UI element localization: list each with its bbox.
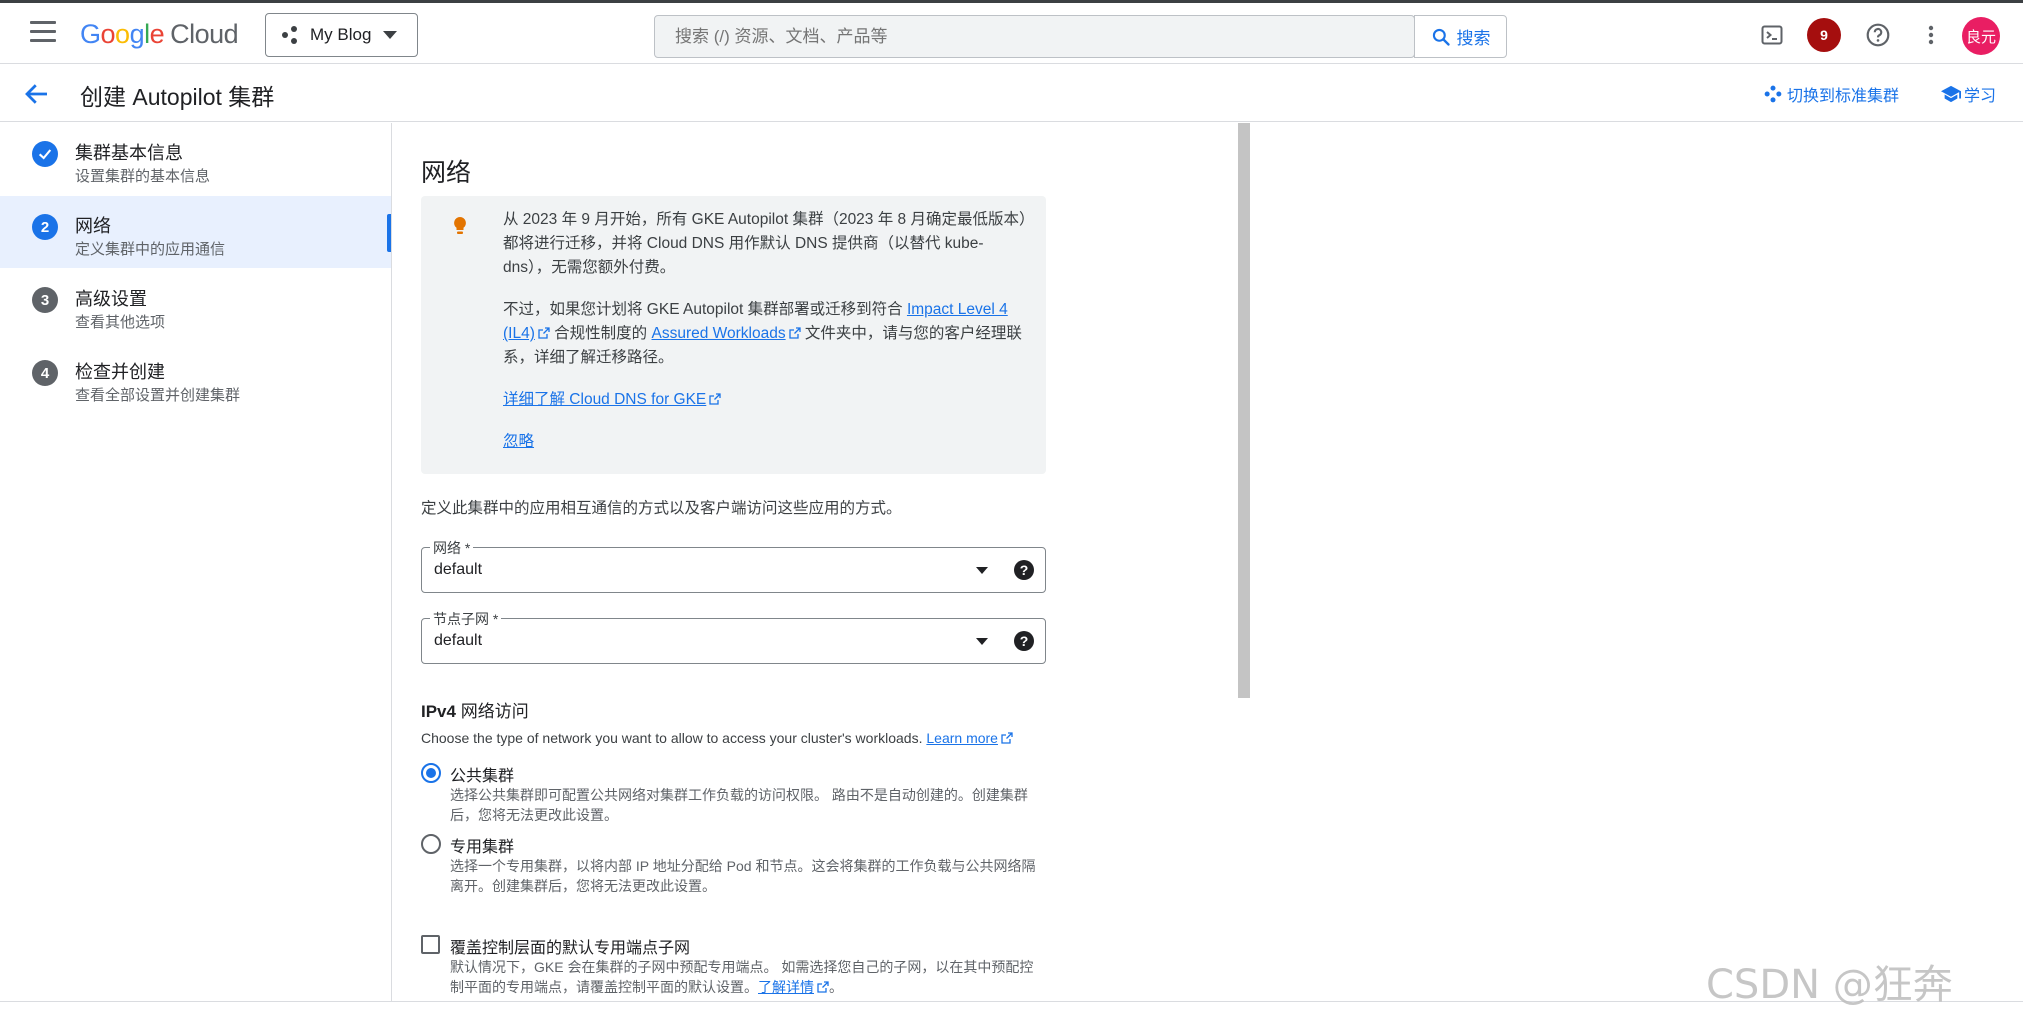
- dropdown-arrow-icon: [976, 638, 988, 645]
- create-cluster-stepper: 集群基本信息 设置集群的基本信息 2 网络 定义集群中的应用通信 3 高级设置 …: [0, 123, 392, 1001]
- watermark: CSDN @狂奔solar: [1706, 962, 1953, 1014]
- checkbox-label: 覆盖控制层面的默认专用端点子网: [450, 940, 691, 957]
- step-number: 3: [32, 287, 58, 313]
- external-link-icon: [538, 327, 550, 339]
- field-value: default: [434, 632, 483, 649]
- field-value: default: [434, 561, 483, 578]
- check-icon: [32, 141, 58, 167]
- cloud-shell-icon[interactable]: [1756, 19, 1788, 51]
- network-select[interactable]: 网络 * default ?: [421, 538, 1046, 593]
- step-title: 集群基本信息: [75, 143, 183, 163]
- subnet-select[interactable]: 节点子网 * default ?: [421, 609, 1046, 664]
- lightbulb-icon: [453, 216, 467, 241]
- step-number: 2: [32, 214, 58, 240]
- scrollbar[interactable]: [1238, 123, 1250, 698]
- school-icon: [1941, 85, 1961, 103]
- assured-workloads-link[interactable]: Assured Workloads: [652, 325, 786, 342]
- search-button[interactable]: 搜索: [1414, 15, 1507, 58]
- checkbox-description: 默认情况下，GKE 会在集群的子网中预配专用端点。 如需选择您自己的子网，以在其…: [450, 959, 1034, 995]
- back-arrow-icon[interactable]: [22, 79, 52, 109]
- search-input[interactable]: [655, 16, 1415, 57]
- project-icon: [282, 26, 300, 44]
- dropdown-arrow-icon: [976, 567, 988, 574]
- step-review-create[interactable]: 4 检查并创建 查看全部设置并创建集群: [0, 342, 391, 414]
- learn-details-link[interactable]: 了解详情: [758, 979, 814, 995]
- step-title: 高级设置: [75, 289, 147, 309]
- step-networking[interactable]: 2 网络 定义集群中的应用通信: [0, 196, 391, 268]
- field-label: 节点子网 *: [430, 609, 502, 629]
- switch-to-standard-button[interactable]: 切换到标准集群: [1763, 82, 1899, 106]
- networking-form: 网络 从 2023 年 9 月开始，所有 GKE Autopilot 集群（20…: [393, 123, 1238, 1001]
- ipv4-section-title: IPv4 网络访问: [421, 702, 529, 721]
- notifications-badge[interactable]: 9: [1807, 18, 1841, 52]
- help-icon[interactable]: [1862, 19, 1894, 51]
- top-app-bar: GoogleCloud My Blog 搜索 9 良元: [0, 0, 2023, 64]
- main-menu-icon[interactable]: [30, 21, 56, 43]
- step-number: 4: [32, 360, 58, 386]
- step-title: 网络: [75, 216, 111, 236]
- external-link-icon: [817, 981, 829, 993]
- step-subtitle: 查看全部设置并创建集群: [75, 387, 241, 404]
- step-cluster-basics[interactable]: 集群基本信息 设置集群的基本信息: [0, 123, 391, 195]
- search-box[interactable]: [654, 15, 1415, 58]
- ipv4-description: Choose the type of network you want to a…: [421, 730, 1013, 746]
- help-icon[interactable]: ?: [1014, 560, 1034, 580]
- page-header: 创建 Autopilot 集群 切换到标准集群 学习: [0, 64, 2023, 122]
- banner-paragraph: 从 2023 年 9 月开始，所有 GKE Autopilot 集群（2023 …: [503, 211, 1027, 276]
- public-cluster-radio[interactable]: [421, 763, 441, 783]
- banner-learn-more: 详细了解 Cloud DNS for GKE: [503, 388, 1028, 412]
- external-link-icon: [709, 393, 721, 405]
- step-title: 检查并创建: [75, 362, 165, 382]
- more-vert-icon[interactable]: [1915, 19, 1947, 51]
- private-cluster-radio[interactable]: [421, 834, 441, 854]
- step-subtitle: 查看其他选项: [75, 314, 166, 331]
- switch-icon: [1764, 85, 1782, 103]
- section-title: 网络: [421, 159, 472, 187]
- dns-migration-banner: 从 2023 年 9 月开始，所有 GKE Autopilot 集群（2023 …: [421, 196, 1046, 474]
- radio-description: 选择公共集群即可配置公共网络对集群工作负载的访问权限。 路由不是自动创建的。创建…: [450, 787, 1028, 823]
- override-endpoint-subnet-checkbox[interactable]: [421, 935, 440, 954]
- help-icon[interactable]: ?: [1014, 631, 1034, 651]
- networking-description: 定义此集群中的应用相互通信的方式以及客户端访问这些应用的方式。: [421, 500, 902, 517]
- project-picker[interactable]: My Blog: [265, 13, 418, 57]
- switch-label: 切换到标准集群: [1787, 88, 1900, 105]
- google-cloud-logo[interactable]: Google Cloud: [80, 19, 239, 50]
- account-avatar[interactable]: 良元: [1962, 17, 2000, 55]
- external-link-icon: [1001, 732, 1013, 744]
- field-label: 网络 *: [430, 538, 474, 558]
- learn-button[interactable]: 学习: [1940, 82, 1996, 106]
- banner-dismiss: 忽略: [503, 430, 1028, 454]
- search-button-label: 搜索: [1456, 29, 1491, 48]
- page-title: 创建 Autopilot 集群: [80, 84, 275, 110]
- radio-description: 选择一个专用集群，以将内部 IP 地址分配给 Pod 和节点。这会将集群的工作负…: [450, 858, 1036, 894]
- step-advanced-settings[interactable]: 3 高级设置 查看其他选项: [0, 269, 391, 341]
- radio-label: 公共集群: [450, 768, 515, 785]
- radio-label: 专用集群: [450, 839, 515, 856]
- learn-more-link[interactable]: Learn more: [926, 730, 998, 746]
- banner-paragraph: 不过，如果您计划将 GKE Autopilot 集群部署或迁移到符合 Impac…: [503, 301, 1022, 366]
- cloud-dns-learn-link[interactable]: 详细了解 Cloud DNS for GKE: [503, 391, 706, 408]
- step-subtitle: 定义集群中的应用通信: [75, 241, 226, 258]
- dismiss-button[interactable]: 忽略: [503, 433, 534, 450]
- external-link-icon: [788, 327, 801, 339]
- learn-label: 学习: [1964, 88, 1997, 105]
- product-name: Cloud: [170, 19, 239, 49]
- search-icon: [1432, 28, 1450, 46]
- project-name: My Blog: [310, 25, 372, 44]
- chevron-down-icon: [383, 31, 398, 39]
- step-subtitle: 设置集群的基本信息: [75, 168, 211, 185]
